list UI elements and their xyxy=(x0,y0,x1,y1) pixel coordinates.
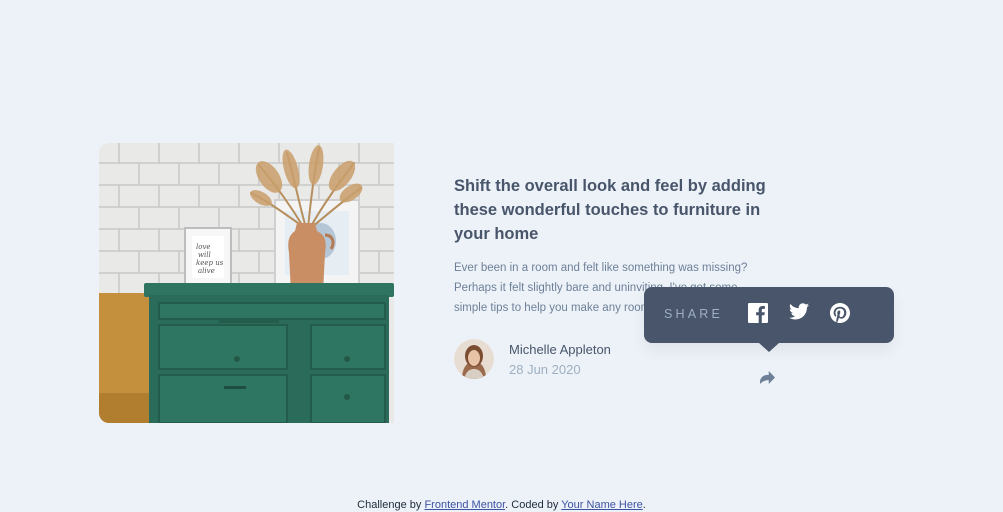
author-name: Michelle Appleton xyxy=(509,342,611,357)
twitter-icon[interactable] xyxy=(789,303,809,323)
pinterest-icon[interactable] xyxy=(830,303,850,323)
share-button[interactable] xyxy=(758,368,776,386)
attribution-suffix: . xyxy=(642,499,646,511)
article-image: love will keep us alive xyxy=(99,143,394,423)
facebook-icon[interactable] xyxy=(748,303,768,323)
svg-text:keep us: keep us xyxy=(196,259,224,267)
attribution-prefix: Challenge by xyxy=(357,499,425,511)
publish-date: 28 Jun 2020 xyxy=(509,362,581,377)
attribution-middle: . Coded by xyxy=(505,499,562,511)
attribution: Challenge by Frontend Mentor. Coded by Y… xyxy=(0,499,1003,511)
share-popup: SHARE xyxy=(644,287,894,352)
svg-text:love: love xyxy=(196,243,211,251)
article-headline: Shift the overall look and feel by addin… xyxy=(454,177,766,243)
frontend-mentor-link[interactable]: Frontend Mentor xyxy=(424,499,505,511)
share-label: SHARE xyxy=(664,307,724,321)
author-avatar xyxy=(454,339,494,379)
svg-text:will: will xyxy=(198,251,211,259)
article-card: love will keep us alive xyxy=(99,143,394,423)
author-link[interactable]: Your Name Here xyxy=(561,499,643,511)
svg-text:alive: alive xyxy=(198,267,215,275)
